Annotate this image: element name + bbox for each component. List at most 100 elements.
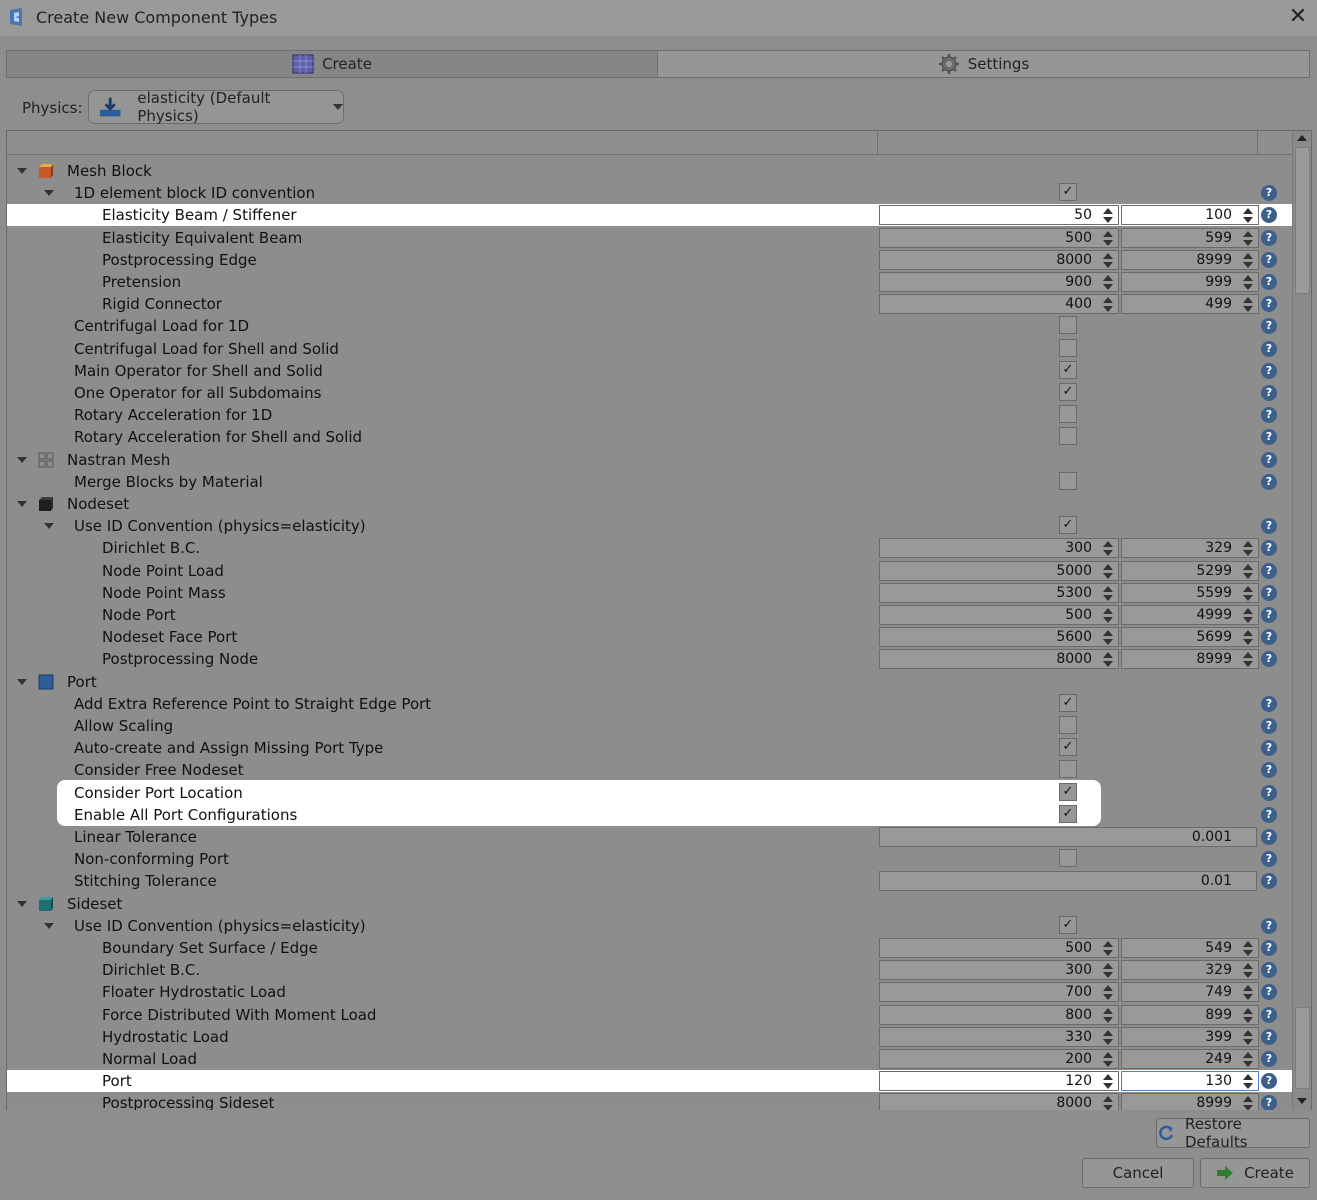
tree-row-rotary-acceleration-for-1d[interactable]: Rotary Acceleration for 1D? bbox=[7, 404, 1293, 426]
id-start-spinbox[interactable]: 8000 bbox=[879, 649, 1119, 670]
tree-row-use-id-convention-physics-elasticity[interactable]: Use ID Convention (physics=elasticity) ✓? bbox=[7, 515, 1293, 537]
tree-row-dirichlet-b-c[interactable]: Dirichlet B.C. 300 329? bbox=[7, 537, 1293, 559]
help-icon[interactable]: ? bbox=[1261, 962, 1277, 979]
id-end-spinbox[interactable]: 399 bbox=[1121, 1026, 1259, 1047]
spin-arrows-icon[interactable] bbox=[1242, 585, 1254, 602]
create-button[interactable]: Create bbox=[1200, 1158, 1310, 1188]
spin-arrows-icon[interactable] bbox=[1102, 1029, 1114, 1046]
spin-arrows-icon[interactable] bbox=[1102, 630, 1114, 646]
checkbox[interactable] bbox=[1059, 427, 1077, 446]
help-icon[interactable]: ? bbox=[1261, 784, 1277, 801]
id-end-spinbox[interactable]: 5599 bbox=[1121, 582, 1259, 603]
id-start-spinbox[interactable]: 400 bbox=[879, 294, 1119, 315]
checkbox[interactable]: ✓ bbox=[1059, 360, 1077, 379]
id-start-spinbox[interactable]: 8000 bbox=[879, 249, 1119, 270]
expand-arrow-icon[interactable] bbox=[17, 168, 27, 174]
checkbox[interactable]: ✓ bbox=[1059, 383, 1077, 401]
help-icon[interactable]: ? bbox=[1261, 473, 1277, 490]
id-end-spinbox[interactable]: 5299 bbox=[1121, 560, 1259, 581]
id-end-spinbox[interactable]: 100 bbox=[1121, 205, 1259, 226]
id-start-spinbox[interactable]: 500 bbox=[879, 605, 1119, 625]
restore-defaults-button[interactable]: Restore Defaults bbox=[1156, 1115, 1310, 1151]
expand-arrow-icon[interactable] bbox=[44, 523, 54, 530]
help-icon[interactable]: ? bbox=[1261, 340, 1277, 357]
help-icon[interactable]: ? bbox=[1261, 718, 1277, 734]
help-icon[interactable]: ? bbox=[1261, 851, 1277, 868]
help-icon[interactable]: ? bbox=[1261, 518, 1277, 535]
spin-arrows-icon[interactable] bbox=[1242, 963, 1254, 979]
tree-row-postprocessing-sideset[interactable]: Postprocessing Sideset 8000 8999? bbox=[7, 1092, 1293, 1110]
tree-row-one-operator-for-all-subdomains[interactable]: One Operator for all Subdomains ✓? bbox=[7, 382, 1293, 404]
help-icon[interactable]: ? bbox=[1261, 362, 1277, 379]
checkbox[interactable]: ✓ bbox=[1059, 804, 1077, 823]
spin-arrows-icon[interactable] bbox=[1242, 252, 1254, 269]
cancel-button[interactable]: Cancel bbox=[1082, 1158, 1194, 1188]
help-icon[interactable]: ? bbox=[1261, 318, 1277, 335]
id-end-spinbox[interactable]: 4999 bbox=[1121, 605, 1259, 625]
expand-arrow-icon[interactable] bbox=[17, 678, 27, 685]
spin-arrows-icon[interactable] bbox=[1102, 585, 1114, 602]
spin-arrows-icon[interactable] bbox=[1102, 652, 1114, 668]
id-start-spinbox[interactable]: 500 bbox=[879, 227, 1119, 248]
id-start-spinbox[interactable]: 8000 bbox=[879, 1093, 1119, 1110]
id-start-spinbox[interactable]: 900 bbox=[879, 272, 1119, 292]
checkbox[interactable]: ✓ bbox=[1059, 693, 1077, 712]
expand-arrow-icon[interactable] bbox=[44, 190, 54, 197]
help-icon[interactable]: ? bbox=[1261, 984, 1277, 1001]
help-icon[interactable]: ? bbox=[1261, 540, 1277, 557]
id-end-spinbox[interactable]: 8999 bbox=[1121, 1093, 1259, 1110]
id-end-spinbox[interactable]: 899 bbox=[1121, 1004, 1259, 1025]
help-icon[interactable]: ? bbox=[1261, 607, 1277, 623]
help-icon[interactable]: ? bbox=[1261, 917, 1277, 934]
spin-arrows-icon[interactable] bbox=[1102, 563, 1114, 580]
id-end-spinbox[interactable]: 749 bbox=[1121, 982, 1259, 1003]
id-end-spinbox[interactable]: 249 bbox=[1121, 1049, 1259, 1069]
spin-arrows-icon[interactable] bbox=[1102, 1096, 1114, 1110]
tree-row-rigid-connector[interactable]: Rigid Connector 400 499? bbox=[7, 293, 1293, 315]
help-icon[interactable]: ? bbox=[1261, 296, 1277, 313]
tolerance-input[interactable]: 0.01 bbox=[879, 871, 1257, 892]
tab-create[interactable]: Create bbox=[6, 50, 658, 78]
spin-arrows-icon[interactable] bbox=[1242, 1074, 1254, 1090]
spin-arrows-icon[interactable] bbox=[1242, 1052, 1254, 1068]
spin-arrows-icon[interactable] bbox=[1242, 652, 1254, 668]
help-icon[interactable]: ? bbox=[1261, 429, 1277, 446]
help-icon[interactable]: ? bbox=[1261, 651, 1277, 668]
help-icon[interactable]: ? bbox=[1261, 695, 1277, 712]
checkbox[interactable] bbox=[1059, 316, 1077, 335]
spin-arrows-icon[interactable] bbox=[1102, 985, 1114, 1001]
help-icon[interactable]: ? bbox=[1261, 740, 1277, 757]
physics-select[interactable]: elasticity (Default Physics) bbox=[88, 89, 344, 125]
tree-row-main-operator-for-shell-and-solid[interactable]: Main Operator for Shell and Solid ✓? bbox=[7, 360, 1293, 382]
scroll-thumb[interactable] bbox=[1295, 147, 1310, 294]
tree-row-stitching-tolerance[interactable]: Stitching Tolerance 0.01? bbox=[7, 870, 1293, 892]
spin-arrows-icon[interactable] bbox=[1242, 1029, 1254, 1046]
checkbox[interactable] bbox=[1059, 760, 1077, 779]
help-icon[interactable]: ? bbox=[1261, 451, 1277, 468]
spin-arrows-icon[interactable] bbox=[1102, 941, 1114, 957]
checkbox[interactable] bbox=[1059, 405, 1077, 424]
tree-row-nodeset-face-port[interactable]: Nodeset Face Port 5600 5699? bbox=[7, 626, 1293, 648]
tree-row-postprocessing-edge[interactable]: Postprocessing Edge 8000 8999? bbox=[7, 249, 1293, 271]
help-icon[interactable]: ? bbox=[1261, 829, 1277, 845]
help-icon[interactable]: ? bbox=[1261, 1006, 1277, 1023]
id-start-spinbox[interactable]: 330 bbox=[879, 1026, 1119, 1047]
help-icon[interactable]: ? bbox=[1261, 385, 1277, 401]
tree-row-mesh-block[interactable]: Mesh Block bbox=[7, 160, 1293, 182]
checkbox[interactable]: ✓ bbox=[1059, 516, 1077, 535]
tree-row-add-extra-reference-point-to-straight-edge-port[interactable]: Add Extra Reference Point to Straight Ed… bbox=[7, 693, 1293, 715]
help-icon[interactable]: ? bbox=[1261, 1095, 1277, 1110]
spin-arrows-icon[interactable] bbox=[1242, 230, 1254, 247]
help-icon[interactable]: ? bbox=[1261, 207, 1277, 224]
id-start-spinbox[interactable]: 800 bbox=[879, 1004, 1119, 1025]
tree-row-normal-load[interactable]: Normal Load 200 249? bbox=[7, 1048, 1293, 1070]
tree-row-floater-hydrostatic-load[interactable]: Floater Hydrostatic Load 700 749? bbox=[7, 981, 1293, 1003]
tree-row-auto-create-and-assign-missing-port-type[interactable]: Auto-create and Assign Missing Port Type… bbox=[7, 737, 1293, 759]
help-icon[interactable]: ? bbox=[1261, 251, 1277, 268]
id-end-spinbox[interactable]: 329 bbox=[1121, 538, 1259, 559]
help-icon[interactable]: ? bbox=[1261, 1073, 1277, 1090]
help-icon[interactable]: ? bbox=[1261, 629, 1277, 646]
spin-arrows-icon[interactable] bbox=[1102, 1007, 1114, 1024]
checkbox[interactable] bbox=[1059, 849, 1077, 868]
tree-row-enable-all-port-configurations[interactable]: Enable All Port Configurations ✓? bbox=[7, 804, 1293, 826]
